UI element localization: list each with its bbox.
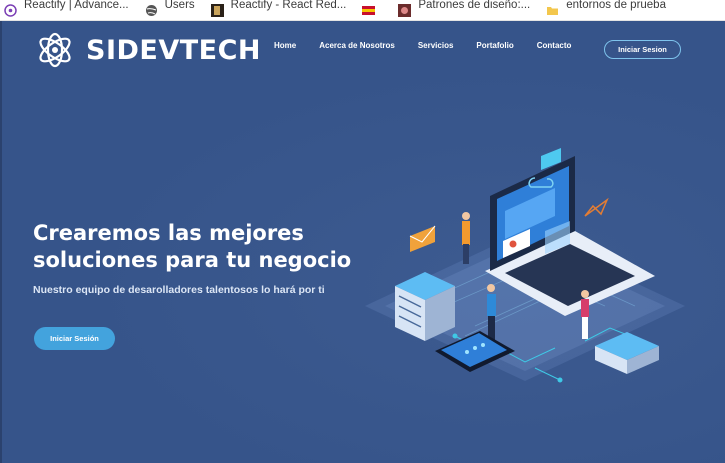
atom-logo-icon xyxy=(36,31,74,69)
hero-subline: Nuestro equipo de desarolladores talento… xyxy=(33,284,325,296)
bookmark-users[interactable]: Users xyxy=(145,0,195,20)
brand-logo[interactable]: SIDEVTECH xyxy=(36,31,261,69)
main-nav: Home Acerca de Nosotros Servicios Portaf… xyxy=(274,41,594,50)
nav-servicios[interactable]: Servicios xyxy=(418,41,454,50)
page-edge xyxy=(0,21,2,463)
globe-icon xyxy=(145,4,158,17)
server-stack xyxy=(395,272,455,341)
bookmark-patrones[interactable]: Patrones de diseño:... xyxy=(398,0,531,20)
brand-name: SIDEVTECH xyxy=(86,34,262,66)
reactify-icon xyxy=(4,3,17,17)
patrones-icon xyxy=(398,3,412,17)
bookmarks-bar: Reactify | Advance... Users Reactify - R… xyxy=(0,0,725,21)
bookmark-label: Reactify - React Red... xyxy=(230,0,347,11)
bookmark-reactify[interactable]: Reactify | Advance... xyxy=(4,0,129,20)
folder-icon xyxy=(546,4,559,17)
tech-illustration xyxy=(365,148,685,383)
bookmark-reactify-react[interactable]: Reactify - React Red... xyxy=(210,0,347,20)
login-button[interactable]: Iniciar Sesion xyxy=(604,40,681,59)
bookmark-label: entornos de prueba xyxy=(566,0,666,11)
bookmark-flag[interactable] xyxy=(362,0,382,20)
cta-login-button[interactable]: Iniciar Sesión xyxy=(34,327,115,350)
headline-line-2: soluciones para tu negocio xyxy=(33,248,352,272)
nav-home[interactable]: Home xyxy=(274,41,296,50)
reactify-thumbnail-icon xyxy=(210,3,224,17)
hero-headline: Crearemos las mejores soluciones para tu… xyxy=(33,220,363,274)
bookmark-entornos[interactable]: entornos de prueba xyxy=(546,0,666,20)
nav-acerca[interactable]: Acerca de Nosotros xyxy=(319,41,395,50)
headline-line-1: Crearemos las mejores xyxy=(33,221,304,245)
hero-page: SIDEVTECH Home Acerca de Nosotros Servic… xyxy=(0,21,725,463)
nav-portafolio[interactable]: Portafolio xyxy=(476,41,513,50)
flag-icon xyxy=(362,4,376,17)
nav-contacto[interactable]: Contacto xyxy=(537,41,572,50)
bookmark-label: Patrones de diseño:... xyxy=(418,0,531,11)
bookmark-label: Users xyxy=(164,0,195,11)
bookmark-label: Reactify | Advance... xyxy=(24,0,129,11)
